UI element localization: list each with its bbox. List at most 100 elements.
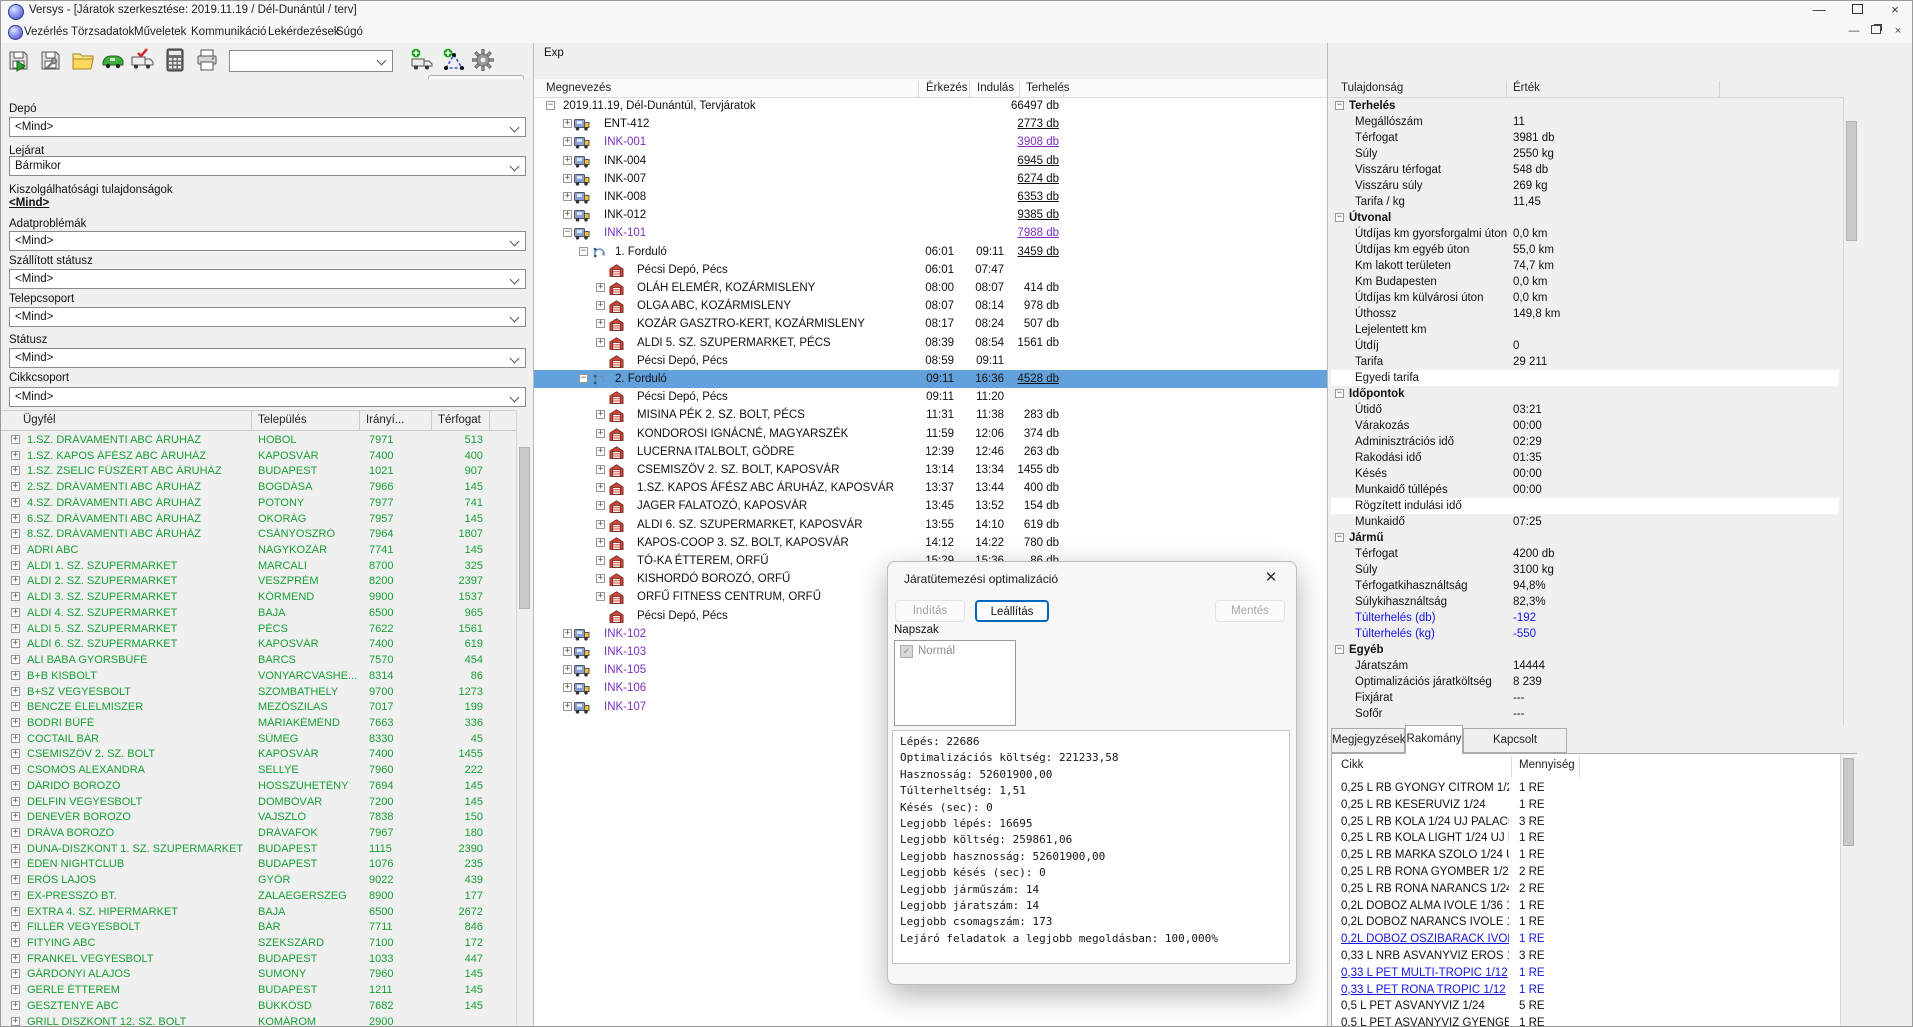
collapse-icon[interactable]: − — [1335, 213, 1344, 222]
menu-item-2[interactable]: Törzsadatok — [71, 26, 134, 38]
collapse-icon[interactable]: − — [1335, 645, 1344, 654]
expand-icon[interactable]: + — [11, 797, 20, 806]
calculator-icon[interactable] — [163, 48, 187, 72]
expand-icon[interactable]: + — [11, 828, 20, 837]
tab-1[interactable]: Megjegyzések — [1331, 728, 1405, 753]
expand-icon[interactable]: + — [596, 574, 605, 583]
expand-icon[interactable]: + — [11, 671, 20, 680]
filter-combo-7[interactable]: <Mind> — [9, 348, 526, 368]
customer-row[interactable]: +EXTRA 4. SZ. HIPERMARKETBAJA65002672 — [1, 904, 516, 920]
vehicle-icon[interactable] — [101, 48, 125, 72]
customer-row[interactable]: +CSEMISZÖV 2. SZ. BOLTKAPOSVÁR74001455 — [1, 746, 516, 762]
menu-item-6[interactable]: Súgó — [336, 26, 363, 38]
customer-row[interactable]: +COCTAIL BÁRSÜMEG833045 — [1, 731, 516, 747]
customers-header-iranyitoszam[interactable]: Irányí... — [366, 414, 404, 426]
cargo-row[interactable]: 0,33 L PET RÓNA TROPIC 1/121 RE — [1331, 983, 1836, 1000]
customer-row[interactable]: +FITYING ABCSZEKSZÁRD7100172 — [1, 935, 516, 951]
expand-icon[interactable]: + — [11, 734, 20, 743]
expand-icon[interactable]: + — [563, 629, 572, 638]
menu-item-5[interactable]: Lekérdezések — [268, 26, 340, 38]
property-row[interactable]: Sofőr--- — [1331, 706, 1839, 722]
filter-combo-4[interactable]: <Mind> — [9, 231, 526, 251]
expand-icon[interactable]: + — [11, 451, 20, 460]
filter-combo-5[interactable]: <Mind> — [9, 269, 526, 289]
expand-icon[interactable]: + — [563, 174, 572, 183]
tree-row[interactable]: +KOZÁR GASZTRO-KERT, KOZÁRMISLENY08:1708… — [534, 317, 1327, 335]
cargo-row[interactable]: 0,5 L PET ÁSVÁNYVÍZ 1/245 RE — [1331, 999, 1836, 1016]
cargo-row[interactable]: 0,2L DOBOZ NARANCS IVÓLÉ 1/36 ...1 RE — [1331, 915, 1836, 932]
expand-icon[interactable]: + — [11, 859, 20, 868]
expand-icon[interactable]: + — [596, 592, 605, 601]
tree-row[interactable]: −2. Forduló09:1116:364528 db — [534, 372, 1327, 390]
cargo-header-cikk[interactable]: Cikk — [1341, 759, 1363, 771]
customers-header-ugyfel[interactable]: Ügyfél — [23, 414, 56, 426]
collapse-icon[interactable]: − — [1335, 389, 1344, 398]
save-button[interactable]: Mentés — [1215, 600, 1285, 622]
tree-row[interactable]: +KAPOS-COOP 3. SZ. BOLT, KAPOSVÁR14:1214… — [534, 536, 1327, 554]
customer-row[interactable]: +ADRI ABCNAGYKOZÁR7741145 — [1, 542, 516, 558]
tab-2[interactable]: Rakomány — [1405, 725, 1463, 754]
expand-icon[interactable]: + — [11, 875, 20, 884]
minimize-button[interactable]: — — [1800, 1, 1838, 21]
tree-row[interactable]: −INK-1017988 db — [534, 226, 1327, 244]
printer-icon[interactable] — [195, 48, 219, 72]
expand-icon[interactable]: + — [596, 319, 605, 328]
expand-icon[interactable]: + — [596, 520, 605, 529]
close-button[interactable]: × — [1876, 1, 1913, 21]
customer-row[interactable]: +FILLÉR VEGYESBOLTBÁR7711846 — [1, 919, 516, 935]
customer-row[interactable]: +DUNA-DISZKONT 1. SZ. SZUPERMARKETBUDAPE… — [1, 841, 516, 857]
customer-row[interactable]: +ALDI 1. SZ. SZUPERMARKETMARCALI8700325 — [1, 558, 516, 574]
expand-icon[interactable]: + — [11, 545, 20, 554]
collapse-icon[interactable]: − — [563, 228, 572, 237]
cargo-row[interactable]: 0,25 L RB KESERŰVÍZ 1/241 RE — [1331, 798, 1836, 815]
cargo-row[interactable]: 0,2L DOBOZ ALMA IVÓLÉ 1/36 12%1 RE — [1331, 899, 1836, 916]
expand-icon[interactable]: + — [11, 529, 20, 538]
expand-icon[interactable]: + — [563, 156, 572, 165]
customer-row[interactable]: +DELFIN VEGYESBOLTDOMBÓVÁR7200145 — [1, 794, 516, 810]
expand-icon[interactable]: + — [11, 561, 20, 570]
customer-row[interactable]: +ALDI 2. SZ. SZUPERMARKETVESZPRÉM8200239… — [1, 573, 516, 589]
property-row[interactable]: Adminisztrációs idő02:29 — [1331, 434, 1839, 450]
property-group-row[interactable]: −Útvonal — [1331, 210, 1839, 226]
collapse-icon[interactable]: − — [1335, 101, 1344, 110]
property-row[interactable]: Visszáru súly269 kg — [1331, 178, 1839, 194]
customer-row[interactable]: +1.SZ. ZSELIC FÜSZÉRT ABC ÁRUHÁZBUDAPEST… — [1, 463, 516, 479]
customer-row[interactable]: +GRILL DISZKONT 12. SZ. BOLTKOMÁROM2900 — [1, 1014, 516, 1027]
property-row[interactable]: Km Budapesten0,0 km — [1331, 274, 1839, 290]
customer-row[interactable]: +BENCZE ÉLELMISZERMEZŐSZILAS7017199 — [1, 699, 516, 715]
property-row[interactable]: Útidő03:21 — [1331, 402, 1839, 418]
property-row[interactable]: Optimalizációs járatköltség8 239 — [1331, 674, 1839, 690]
property-row[interactable]: Fixjárat--- — [1331, 690, 1839, 706]
property-row[interactable]: Túlterhelés (kg)-550 — [1331, 626, 1839, 642]
add-route-plan-icon[interactable] — [441, 48, 465, 72]
expand-icon[interactable]: + — [596, 338, 605, 347]
tree-row[interactable]: +INK-0013908 db — [534, 135, 1327, 153]
maximize-button[interactable] — [1838, 1, 1876, 21]
expand-icon[interactable]: + — [596, 429, 605, 438]
expand-icon[interactable]: + — [596, 556, 605, 565]
mdi-close-icon[interactable]: × — [1888, 24, 1908, 40]
expand-icon[interactable]: + — [596, 447, 605, 456]
customers-scrollbar[interactable] — [516, 411, 533, 1027]
property-group-row[interactable]: −Terhelés — [1331, 98, 1839, 114]
customer-row[interactable]: +2.SZ. DRÁVAMENTI ABC ÁRUHÁZBOGDÁSA79661… — [1, 479, 516, 495]
tree-row[interactable]: +JAGER FALATOZÓ, KAPOSVÁR13:4513:52154 d… — [534, 499, 1327, 517]
expand-icon[interactable]: + — [563, 683, 572, 692]
expand-icon[interactable]: + — [11, 687, 20, 696]
customer-row[interactable]: +ALDI 3. SZ. SZUPERMARKETKÖRMEND99001537 — [1, 589, 516, 605]
expand-icon[interactable]: + — [563, 192, 572, 201]
expand-icon[interactable]: + — [11, 749, 20, 758]
add-truck-icon[interactable] — [409, 48, 433, 72]
customer-row[interactable]: +8.SZ. DRÁVAMENTI ABC ÁRUHÁZCSÁNYOSZRÓ79… — [1, 526, 516, 542]
filter-combo-8[interactable]: <Mind> — [9, 387, 526, 407]
customer-row[interactable]: +ÉDEN NIGHTCLUBBUDAPEST1076235 — [1, 856, 516, 872]
property-row[interactable]: Túlterhelés (db)-192 — [1331, 610, 1839, 626]
tree-row[interactable]: Pécsi Depó, Pécs09:1111:20 — [534, 390, 1327, 408]
tree-row[interactable]: +MISINA PÉK 2. SZ. BOLT, PÉCS11:3111:382… — [534, 408, 1327, 426]
customer-row[interactable]: +EX-PRESSZÓ BT.ZALAEGERSZEG8900177 — [1, 888, 516, 904]
collapse-icon[interactable]: − — [546, 101, 555, 110]
filter-combo-2[interactable]: Bármikor — [9, 156, 526, 176]
cargo-row[interactable]: 0,25 L RB KÓLA 1/24 ÚJ PALACK3 RE — [1331, 815, 1836, 832]
customer-row[interactable]: +DÁRIDÓ BOROZÓHOSSZÚHETÉNY7694145 — [1, 778, 516, 794]
expand-icon[interactable]: + — [563, 647, 572, 656]
